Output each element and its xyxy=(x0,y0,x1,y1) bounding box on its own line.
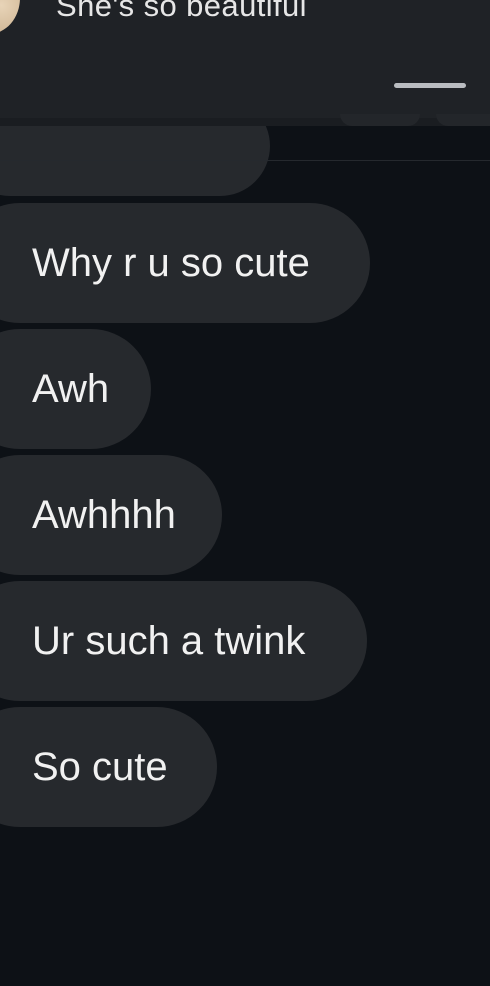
message-bubble[interactable]: Awhhhh xyxy=(0,455,222,575)
notification-panel[interactable]: She's so beautiful xyxy=(0,0,490,118)
drag-handle[interactable] xyxy=(394,83,466,88)
notification-preview-text: She's so beautiful xyxy=(56,0,307,23)
chat-screen: She's so beautiful Why r u so cute Awh A… xyxy=(0,0,490,986)
divider xyxy=(0,160,490,161)
panel-edge-tab xyxy=(436,114,490,126)
panel-edge-tab xyxy=(340,114,420,126)
message-bubble[interactable]: Ur such a twink xyxy=(0,581,367,701)
message-bubble[interactable]: Why r u so cute xyxy=(0,203,370,323)
message-bubble[interactable]: So cute xyxy=(0,707,217,827)
avatar xyxy=(0,0,20,34)
message-bubble[interactable]: Awh xyxy=(0,329,151,449)
